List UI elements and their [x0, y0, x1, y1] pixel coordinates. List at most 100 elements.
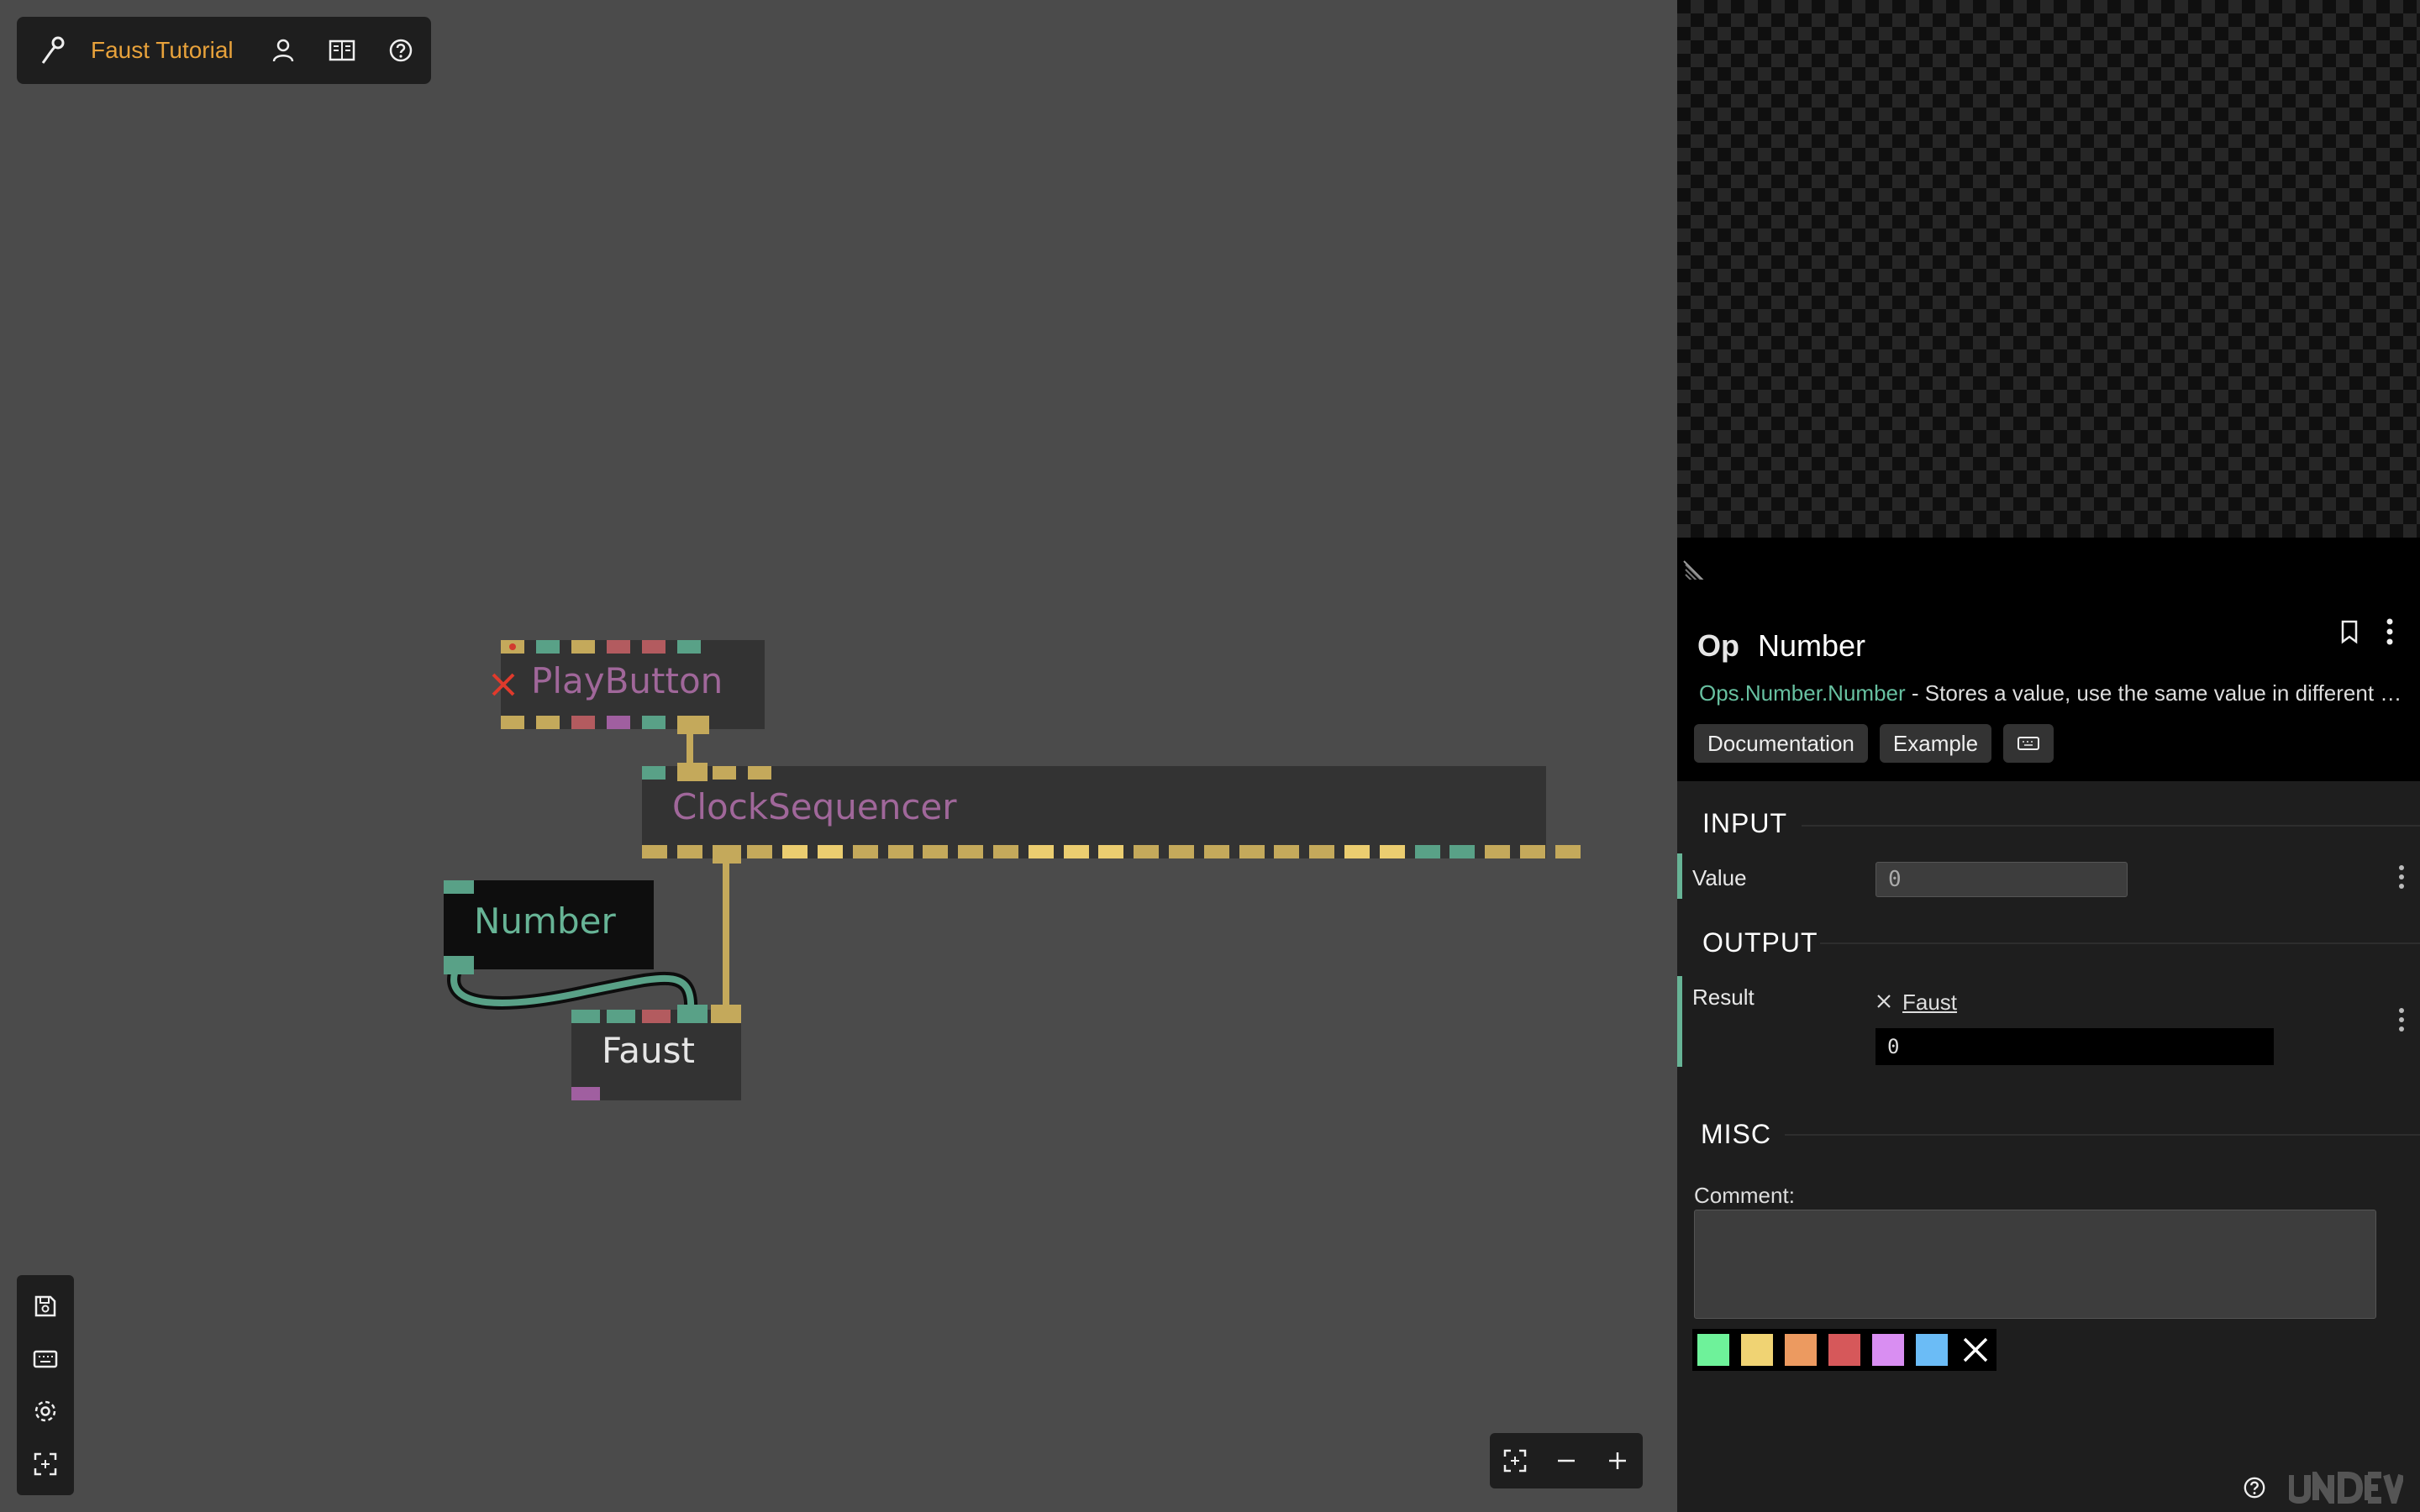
- port-out[interactable]: [993, 845, 1018, 858]
- port-in[interactable]: [444, 880, 474, 894]
- op-name[interactable]: Number: [1758, 628, 1865, 664]
- port-active-dot: [509, 643, 516, 650]
- port-out[interactable]: [642, 845, 667, 858]
- canvas-preview[interactable]: [1677, 0, 2420, 538]
- port-in[interactable]: [571, 1010, 600, 1023]
- comment-label: Comment:: [1694, 1183, 1795, 1208]
- clear-color-icon[interactable]: [1958, 1332, 1993, 1368]
- result-value: 0: [1876, 1028, 2274, 1065]
- port-out[interactable]: [642, 716, 666, 729]
- color-swatch[interactable]: [1739, 1332, 1775, 1368]
- top-toolbar: Faust Tutorial: [17, 17, 431, 84]
- more-vertical-icon[interactable]: [2371, 613, 2408, 650]
- color-swatch[interactable]: [1696, 1332, 1731, 1368]
- linked-op-link[interactable]: Faust: [1902, 990, 1957, 1016]
- port-out[interactable]: [1239, 845, 1265, 858]
- bookmark-icon[interactable]: [2331, 613, 2368, 650]
- port-out[interactable]: [1555, 845, 1581, 858]
- port-out[interactable]: [887, 845, 913, 858]
- port-out[interactable]: [712, 845, 741, 864]
- port-out[interactable]: [1169, 845, 1194, 858]
- save-icon[interactable]: [20, 1283, 71, 1330]
- port-in[interactable]: [571, 640, 595, 654]
- port-out[interactable]: [444, 956, 474, 974]
- color-swatch[interactable]: [1870, 1332, 1906, 1368]
- zoom-out-icon[interactable]: [1543, 1437, 1590, 1484]
- color-swatch[interactable]: [1783, 1332, 1818, 1368]
- port-in[interactable]: [642, 640, 666, 654]
- example-button[interactable]: Example: [1879, 724, 1992, 763]
- port-out[interactable]: [1098, 845, 1124, 858]
- port-out[interactable]: [852, 845, 878, 858]
- port-out[interactable]: [501, 716, 524, 729]
- user-icon[interactable]: [254, 17, 313, 84]
- keyboard-icon[interactable]: [20, 1336, 71, 1383]
- port-out[interactable]: [607, 716, 630, 729]
- param-menu-icon[interactable]: [2391, 858, 2412, 895]
- port-in[interactable]: [607, 1010, 635, 1023]
- color-swatches: [1692, 1329, 1996, 1371]
- help-circle-icon[interactable]: [371, 17, 430, 84]
- help-circle-icon[interactable]: [2240, 1473, 2269, 1502]
- zoom-fit-icon[interactable]: [1491, 1437, 1539, 1484]
- port-out[interactable]: [536, 716, 560, 729]
- color-swatch[interactable]: [1914, 1332, 1949, 1368]
- port-out[interactable]: [1485, 845, 1511, 858]
- port-out[interactable]: [1309, 845, 1335, 858]
- left-toolbar: [17, 1275, 74, 1495]
- port-in[interactable]: [536, 640, 560, 654]
- port-out[interactable]: [923, 845, 949, 858]
- documentation-button[interactable]: Documentation: [1694, 724, 1868, 763]
- port-out[interactable]: [1449, 845, 1476, 858]
- port-in[interactable]: [713, 766, 736, 780]
- patch-links: [447, 729, 729, 1015]
- port-out[interactable]: [1203, 845, 1229, 858]
- comment-textarea[interactable]: [1694, 1210, 2376, 1319]
- port-out[interactable]: [1134, 845, 1160, 858]
- color-swatch[interactable]: [1827, 1332, 1862, 1368]
- port-out[interactable]: [677, 716, 709, 734]
- port-out[interactable]: [1028, 845, 1054, 858]
- project-title[interactable]: Faust Tutorial: [91, 37, 234, 64]
- port-out[interactable]: [818, 845, 843, 858]
- port-out[interactable]: [747, 845, 773, 858]
- op-kind: Op: [1697, 628, 1739, 663]
- port-out[interactable]: [1414, 845, 1440, 858]
- port-out[interactable]: [571, 716, 595, 729]
- op-clocksequencer[interactable]: ClockSequencer: [642, 763, 1581, 864]
- op-number[interactable]: Number: [444, 880, 654, 974]
- link-playbutton-clocksequencer[interactable]: [687, 729, 693, 766]
- zoom-toolbar: [1490, 1433, 1643, 1488]
- book-icon[interactable]: [313, 17, 371, 84]
- port-in[interactable]: [642, 766, 666, 780]
- param-menu-icon[interactable]: [2391, 1001, 2412, 1038]
- op-faust[interactable]: Faust: [571, 1005, 741, 1100]
- port-in[interactable]: [607, 640, 630, 654]
- unlink-icon[interactable]: [1876, 990, 1892, 1016]
- keyboard-shortcuts-button[interactable]: [2003, 724, 2054, 763]
- port-in[interactable]: [642, 1010, 671, 1023]
- port-out[interactable]: [676, 845, 702, 858]
- port-out[interactable]: [1344, 845, 1370, 858]
- port-out[interactable]: [958, 845, 984, 858]
- op-namespace[interactable]: Ops.Number.Number: [1699, 680, 1906, 706]
- port-out[interactable]: [1379, 845, 1405, 858]
- port-in[interactable]: [677, 1005, 708, 1023]
- port-out[interactable]: [571, 1087, 600, 1100]
- patch-canvas[interactable]: PlayButton ClockSequencer Number Faust: [0, 0, 1677, 1512]
- port-in[interactable]: [711, 1005, 741, 1023]
- port-out[interactable]: [1274, 845, 1300, 858]
- op-playbutton[interactable]: PlayButton: [492, 640, 765, 734]
- port-out[interactable]: [1520, 845, 1545, 858]
- focus-icon[interactable]: [20, 1441, 71, 1488]
- port-out[interactable]: [782, 845, 808, 858]
- port-out[interactable]: [1063, 845, 1089, 858]
- settings-icon[interactable]: [20, 1388, 71, 1435]
- port-in[interactable]: [748, 766, 771, 780]
- zoom-in-icon[interactable]: [1594, 1437, 1641, 1484]
- link-clocksequencer-faust[interactable]: [723, 862, 729, 1015]
- port-in[interactable]: [677, 763, 708, 781]
- cables-logo-icon[interactable]: [17, 17, 91, 84]
- port-in[interactable]: [677, 640, 701, 654]
- value-input[interactable]: 0: [1876, 862, 2128, 897]
